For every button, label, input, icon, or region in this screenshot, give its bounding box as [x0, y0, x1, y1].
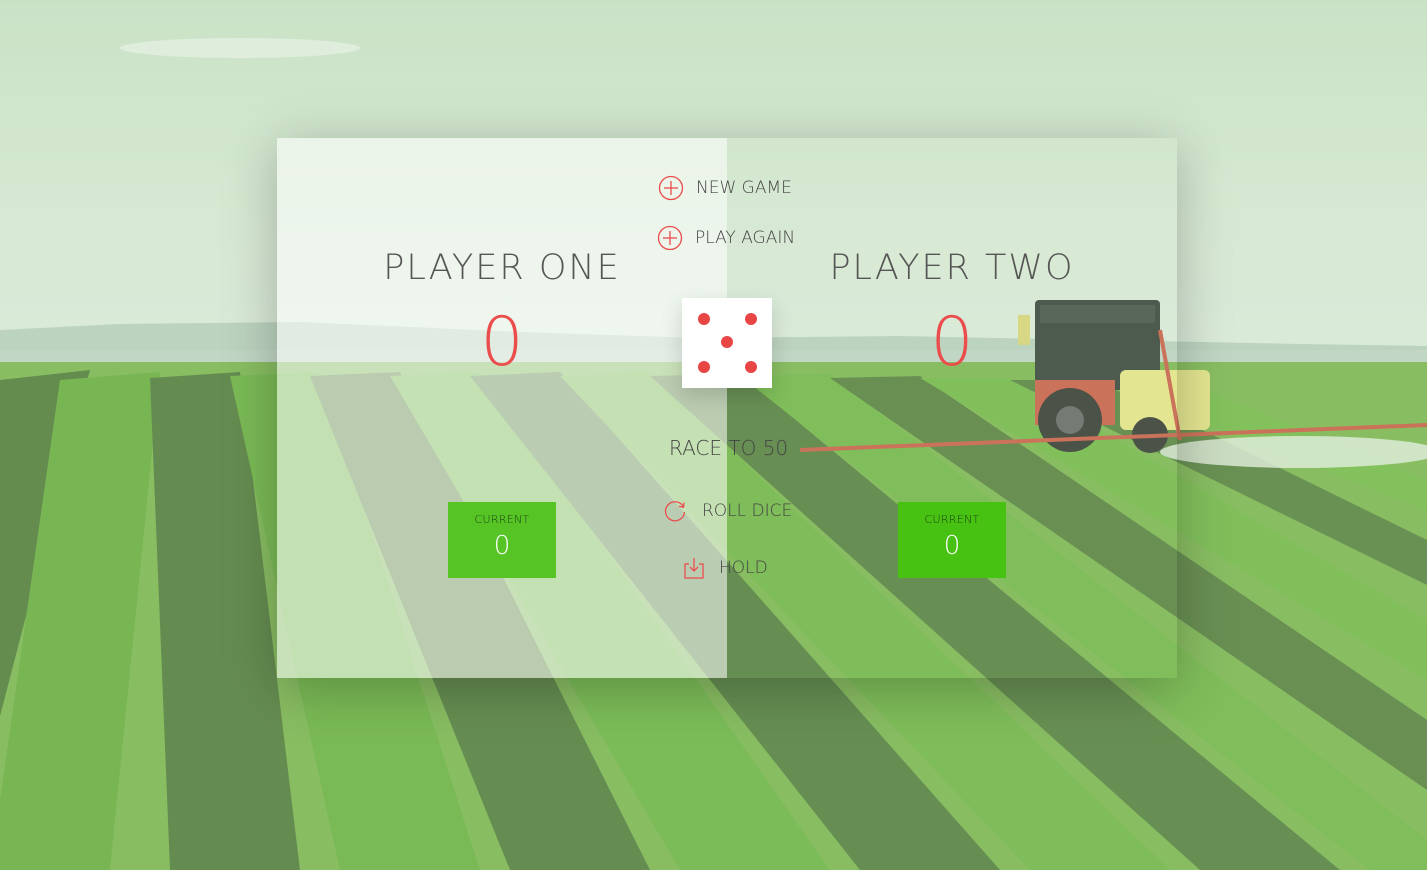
player-two-score: 0 [930, 303, 974, 382]
player-one-current-label: CURRENT [474, 513, 530, 526]
plus-circle-icon [658, 175, 684, 201]
player-two-current-score: 0 [943, 531, 961, 561]
player-two-name: PLAYER TWO [829, 248, 1075, 288]
player-one-name: PLAYER ONE [383, 248, 621, 288]
dice-pip [721, 336, 733, 348]
roll-dice-button[interactable]: ROLL DICE [662, 498, 792, 524]
dice-pip [745, 313, 757, 325]
plus-circle-icon [657, 225, 683, 251]
play-again-button[interactable]: PLAY AGAIN [657, 225, 795, 251]
new-game-button[interactable]: NEW GAME [658, 175, 792, 201]
player-one-panel: PLAYER ONE 0 CURRENT 0 [277, 138, 727, 678]
dice [682, 298, 772, 388]
dice-pip [698, 361, 710, 373]
game-panel: PLAYER ONE 0 CURRENT 0 PLAYER TWO 0 CURR… [277, 138, 1177, 678]
player-two-current-label: CURRENT [924, 513, 980, 526]
dice-pip [698, 313, 710, 325]
player-one-current-box: CURRENT 0 [448, 502, 556, 578]
player-two-panel: PLAYER TWO 0 CURRENT 0 [727, 138, 1177, 678]
new-game-label: NEW GAME [696, 178, 792, 198]
race-to-label: RACE TO 50 [669, 436, 789, 460]
dice-pip [745, 361, 757, 373]
player-one-score: 0 [480, 303, 524, 382]
play-again-label: PLAY AGAIN [695, 228, 796, 248]
roll-dice-label: ROLL DICE [702, 501, 793, 521]
download-tray-icon [683, 556, 705, 580]
refresh-icon [662, 498, 688, 524]
player-one-current-score: 0 [493, 531, 511, 561]
player-two-current-box: CURRENT 0 [898, 502, 1006, 578]
hold-button[interactable]: HOLD [683, 556, 768, 580]
hold-label: HOLD [719, 558, 768, 578]
